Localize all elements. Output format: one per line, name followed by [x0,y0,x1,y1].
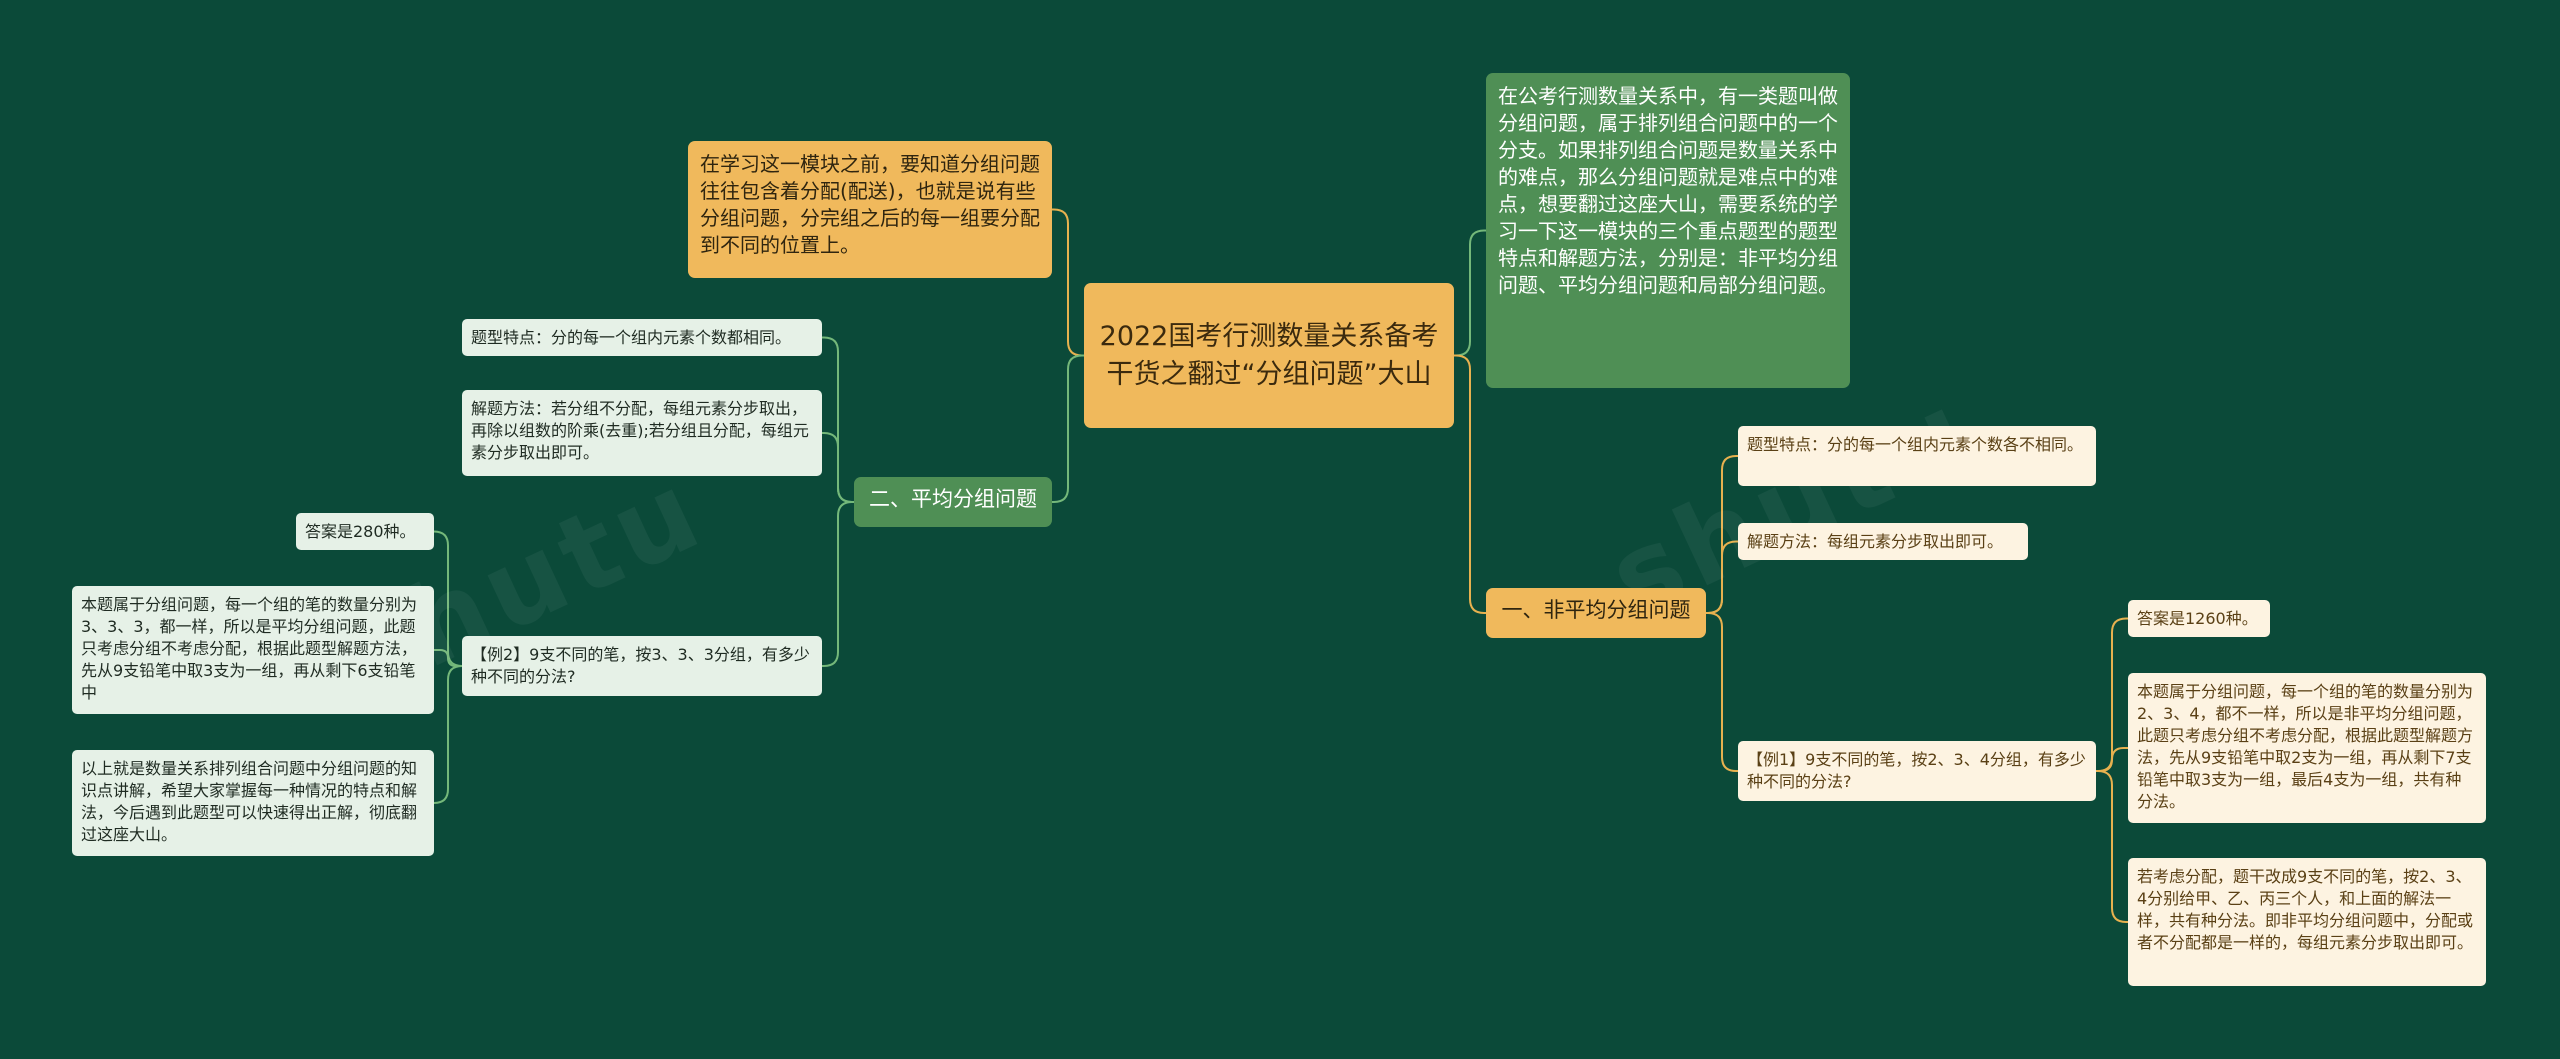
nonavg-explanation-node[interactable]: 本题属于分组问题，每一个组的笔的数量分别为2、3、4，都不一样，所以是非平均分组… [2128,673,2486,823]
avg-summary-node[interactable]: 以上就是数量关系排列组合问题中分组问题的知识点讲解，希望大家掌握每一种情况的特点… [72,750,434,856]
link-root-intro-left [1052,208,1084,357]
nonavg-variant-text: 若考虑分配，题干改成9支不同的笔，按2、3、4分别给甲、乙、丙三个人，和上面的解… [2137,867,2474,952]
nonavg-method-text: 解题方法：每组元素分步取出即可。 [1747,532,2004,551]
avg-method-text: 解题方法：若分组不分配，每组元素分步取出，再除以组数的阶乘(去重);若分组且分配… [471,399,809,462]
link-nonavg-example [1706,612,1738,772]
link-avg-answer [433,530,463,667]
link-avg-method [822,432,854,503]
nonavg-answer-text: 答案是1260种。 [2137,609,2258,628]
avg-summary-text: 以上就是数量关系排列组合问题中分组问题的知识点讲解，希望大家掌握每一种情况的特点… [81,759,418,844]
avg-method-node[interactable]: 解题方法：若分组不分配，每组元素分步取出，再除以组数的阶乘(去重);若分组且分配… [462,390,822,476]
branch-average-grouping[interactable]: 二、平均分组问题 [854,477,1052,527]
link-root-branch-average [1052,354,1084,503]
intro-right-node[interactable]: 在公考行测数量关系中，有一类题叫做分组问题，属于排列组合问题中的一个分支。如果排… [1486,73,1850,388]
nonavg-example-node[interactable]: 【例1】9支不同的笔，按2、3、4分组，有多少种不同的分法? [1738,741,2096,801]
nonavg-example-text: 【例1】9支不同的笔，按2、3、4分组，有多少种不同的分法? [1747,750,2086,791]
nonavg-explanation-text: 本题属于分组问题，每一个组的笔的数量分别为2、3、4，都不一样，所以是非平均分组… [2137,682,2474,811]
avg-explanation-text: 本题属于分组问题，每一个组的笔的数量分别为3、3、3，都一样，所以是平均分组问题… [81,595,418,702]
root-topic[interactable]: 2022国考行测数量关系备考干货之翻过“分组问题”大山 [1084,283,1454,428]
branch-nonaverage-grouping[interactable]: 一、非平均分组问题 [1486,588,1706,638]
avg-answer-node[interactable]: 答案是280种。 [296,513,434,550]
intro-left-node[interactable]: 在学习这一模块之前，要知道分组问题往往包含着分配(配送)，也就是说有些分组问题，… [688,141,1052,278]
avg-feature-text: 题型特点：分的每一个组内元素个数都相同。 [471,328,792,347]
branch-nonaverage-label: 一、非平均分组问题 [1501,598,1691,622]
intro-right-text: 在公考行测数量关系中，有一类题叫做分组问题，属于排列组合问题中的一个分支。如果排… [1498,84,1838,297]
nonavg-method-node[interactable]: 解题方法：每组元素分步取出即可。 [1738,523,2028,560]
nonavg-feature-node[interactable]: 题型特点：分的每一个组内元素个数各不相同。 [1738,426,2096,486]
link-avg-summary [433,665,463,804]
mind-map-canvas: shutu shutu 2022国考行测数量关系备考干货之翻过“分组问题”大山 … [0,0,2560,1059]
root-topic-text: 2022国考行测数量关系备考干货之翻过“分组问题”大山 [1099,320,1439,390]
avg-answer-text: 答案是280种。 [305,522,416,541]
link-avg-example [822,501,854,667]
link-nonavg-variant [2096,770,2128,923]
nonavg-feature-text: 题型特点：分的每一个组内元素个数各不相同。 [1747,435,2084,454]
intro-left-text: 在学习这一模块之前，要知道分组问题往往包含着分配(配送)，也就是说有些分组问题，… [700,152,1040,257]
branch-average-label: 二、平均分组问题 [869,487,1037,511]
avg-feature-node[interactable]: 题型特点：分的每一个组内元素个数都相同。 [462,319,822,356]
avg-explanation-node[interactable]: 本题属于分组问题，每一个组的笔的数量分别为3、3、3，都一样，所以是平均分组问题… [72,586,434,714]
nonavg-variant-node[interactable]: 若考虑分配，题干改成9支不同的笔，按2、3、4分别给甲、乙、丙三个人，和上面的解… [2128,858,2486,986]
link-root-branch-nonaverage [1454,354,1486,614]
link-nonavg-method [1706,540,1738,614]
avg-example-text: 【例2】9支不同的笔，按3、3、3分组，有多少种不同的分法? [471,645,810,686]
link-root-intro-right [1454,229,1486,357]
nonavg-answer-node[interactable]: 答案是1260种。 [2128,600,2270,637]
avg-example-node[interactable]: 【例2】9支不同的笔，按3、3、3分组，有多少种不同的分法? [462,636,822,696]
